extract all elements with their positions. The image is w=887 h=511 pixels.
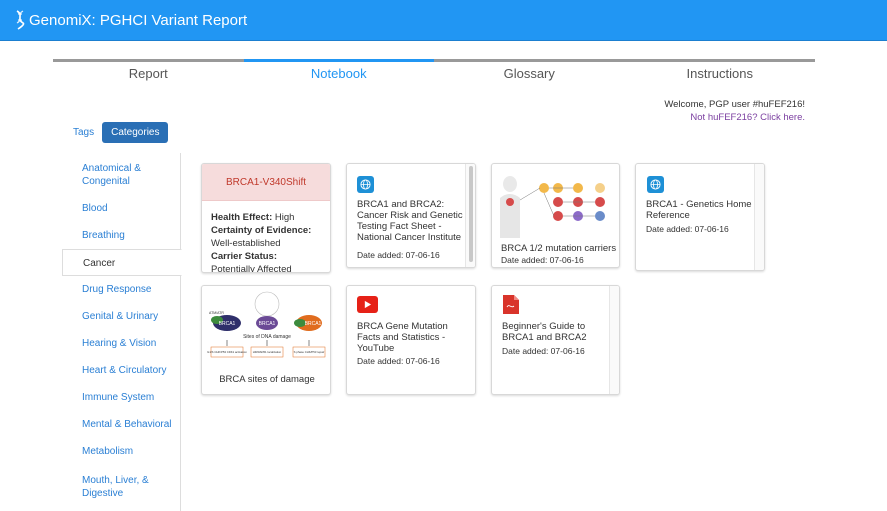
sidebar-item-metabolism[interactable]: Metabolism (62, 445, 181, 458)
diagram-box-2: HR/RAD51 localization (253, 350, 282, 354)
globe-icon (647, 176, 664, 193)
sidebar-item-mouth-liver[interactable]: Mouth, Liver, & Digestive (62, 474, 162, 500)
carrier-value: Potentially Affected (211, 264, 292, 273)
globe-icon (357, 176, 374, 193)
variant-name: BRCA1-V340Shift (202, 164, 330, 201)
pdf-title: Beginner's Guide to BRCA1 and BRCA2 (502, 321, 587, 343)
youtube-title: BRCA Gene Mutation Facts and Statistics … (357, 321, 448, 354)
tab-notebook[interactable]: Notebook (243, 59, 434, 85)
view-toggle: Tags Categories (62, 122, 169, 143)
ghr-card[interactable]: BRCA1 - Genetics Home Reference Date add… (635, 163, 765, 271)
sidebar-item-hearing-vision[interactable]: Hearing & Vision (62, 337, 181, 350)
diagram-box-3: S phase CHK/P53 repair (294, 350, 325, 354)
variant-card[interactable]: BRCA1-V340Shift Health Effect: High Cert… (201, 163, 331, 273)
tab-report[interactable]: Report (53, 59, 244, 85)
sidebar-item-breathing[interactable]: Breathing (62, 229, 181, 242)
diagram-node-left: BRCA1 (219, 321, 236, 327)
sidebar-item-mental[interactable]: Mental & Behavioral (62, 418, 181, 431)
carriers-date: Date added: 07-06-16 (501, 255, 584, 265)
ghr-title: BRCA1 - Genetics Home Reference (646, 199, 752, 221)
categories-toggle[interactable]: Categories (102, 122, 169, 143)
dna-logo-icon (16, 10, 25, 30)
tab-instructions[interactable]: Instructions (624, 59, 815, 85)
youtube-card[interactable]: BRCA Gene Mutation Facts and Statistics … (346, 285, 476, 395)
diagram-node-left-in: ATM/ATR (209, 311, 224, 315)
diagram-mid-label: Sites of DNA damage (243, 334, 291, 340)
nci-card[interactable]: BRCA1 and BRCA2: Cancer Risk and Genetic… (346, 163, 476, 268)
sidebar-item-anatomical[interactable]: Anatomical & Congenital (62, 162, 181, 188)
pdf-card[interactable]: Beginner's Guide to BRCA1 and BRCA2 Date… (491, 285, 620, 395)
damage-diagram: BRCA1 BRCA1 BRCA1 ATM/ATR Sites of DNA d… (207, 291, 326, 358)
health-effect-value: High (274, 212, 295, 223)
welcome-text: Welcome, PGP user #huFEF216! (664, 99, 805, 110)
sidebar-item-genital-urinary[interactable]: Genital & Urinary (62, 310, 181, 323)
variant-details: Health Effect: High Certainty of Evidenc… (202, 201, 330, 273)
card-scroll-track[interactable] (609, 286, 619, 394)
diagram-box-1: G1/S CHK/P53 CDK1 activation (207, 350, 247, 354)
pdf-icon (503, 295, 519, 314)
sidebar-item-immune[interactable]: Immune System (62, 391, 181, 404)
nci-date: Date added: 07-06-16 (357, 250, 440, 260)
carriers-diagram (500, 176, 605, 238)
diagram-node-right: BRCA1 (305, 321, 322, 327)
nci-title: BRCA1 and BRCA2: Cancer Risk and Genetic… (357, 199, 463, 243)
app-header: GenomiX: PGHCI Variant Report (0, 0, 887, 41)
carrier-label: Carrier Status: (211, 251, 277, 262)
ghr-date: Date added: 07-06-16 (646, 224, 729, 234)
diagram-node-center: BRCA1 (259, 321, 276, 327)
health-effect-label: Health Effect: (211, 212, 273, 223)
certainty-label: Certainty of Evidence: (211, 225, 312, 236)
app-title: GenomiX: PGHCI Variant Report (29, 11, 248, 29)
sidebar-item-heart[interactable]: Heart & Circulatory (62, 364, 181, 377)
category-sidebar: Anatomical & Congenital Blood Breathing … (62, 153, 182, 511)
youtube-date: Date added: 07-06-16 (357, 356, 440, 366)
card-scrollbar[interactable] (469, 166, 473, 262)
carriers-caption: BRCA 1/2 mutation carriers (501, 243, 617, 254)
sidebar-item-drug-response[interactable]: Drug Response (62, 283, 181, 296)
main-tabs: Report Notebook Glossary Instructions (53, 59, 815, 85)
youtube-icon (357, 296, 378, 313)
tab-glossary[interactable]: Glossary (434, 59, 625, 85)
pdf-date: Date added: 07-06-16 (502, 346, 585, 356)
welcome-block: Welcome, PGP user #huFEF216! Not huFEF21… (664, 98, 805, 124)
tags-toggle[interactable]: Tags (62, 122, 102, 143)
certainty-value: Well-established (211, 238, 281, 249)
carriers-card[interactable]: BRCA 1/2 mutation carriers Date added: 0… (491, 163, 620, 268)
sidebar-item-cancer[interactable]: Cancer (62, 249, 182, 276)
switch-user-link[interactable]: Not huFEF216? Click here. (664, 111, 805, 124)
sidebar-item-blood[interactable]: Blood (62, 202, 181, 215)
damage-caption: BRCA sites of damage (219, 374, 315, 385)
damage-card[interactable]: BRCA1 BRCA1 BRCA1 ATM/ATR Sites of DNA d… (201, 285, 331, 395)
